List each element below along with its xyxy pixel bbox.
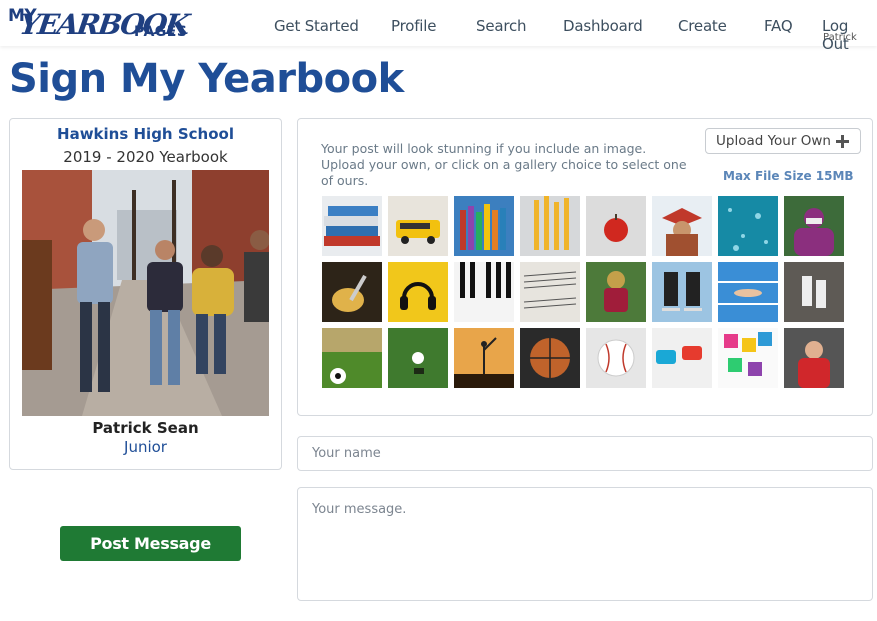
student-photo <box>22 170 269 416</box>
gallery-image-school-bus[interactable] <box>388 196 448 256</box>
gallery-image-sheet-music[interactable] <box>520 262 580 322</box>
gallery-image-piano-keys[interactable] <box>454 262 514 322</box>
upload-your-own-button[interactable]: Upload Your Own <box>705 128 861 154</box>
nav-faq[interactable]: FAQ <box>764 17 793 35</box>
student-name: Patrick Sean <box>92 419 199 437</box>
logged-in-username: Patrick <box>823 32 857 43</box>
gallery-help-text: Your post will look stunning if you incl… <box>321 141 687 188</box>
gallery-image-books[interactable] <box>322 196 382 256</box>
gallery-image-apple[interactable] <box>586 196 646 256</box>
image-gallery-panel: Your post will look stunning if you incl… <box>297 118 873 416</box>
page-title: Sign My Yearbook <box>9 56 404 102</box>
student-grade: Junior <box>124 438 167 456</box>
gallery-image-masked-person[interactable] <box>784 196 844 256</box>
gallery-image-water-drops[interactable] <box>718 196 778 256</box>
gallery-image-paint-colors[interactable] <box>718 328 778 388</box>
nav-profile[interactable]: Profile <box>391 17 436 35</box>
gallery-image-swimmer[interactable] <box>718 262 778 322</box>
nav-get-started[interactable]: Get Started <box>274 17 359 35</box>
logo-pages: PAGES <box>134 24 188 40</box>
gallery-image-game-controller[interactable] <box>652 328 712 388</box>
gallery-image-graduate[interactable] <box>652 196 712 256</box>
site-logo[interactable]: MY YEARBOOK PAGES <box>6 4 190 44</box>
gallery-image-football-player[interactable] <box>586 262 646 322</box>
nav-dashboard[interactable]: Dashboard <box>563 17 643 35</box>
plus-icon <box>836 135 849 148</box>
gallery-image-ice-skates[interactable] <box>784 262 844 322</box>
gallery-image-ballet-dancer[interactable] <box>454 328 514 388</box>
gallery-image-headphones[interactable] <box>388 262 448 322</box>
upload-button-label: Upload Your Own <box>716 133 831 149</box>
gallery-image-basketball[interactable] <box>520 328 580 388</box>
gallery-image-baseball[interactable] <box>586 328 646 388</box>
nav-search[interactable]: Search <box>476 17 527 35</box>
message-textarea[interactable] <box>297 487 873 601</box>
gallery-image-red-hoodie[interactable] <box>784 328 844 388</box>
gallery-image-crayons[interactable] <box>454 196 514 256</box>
yearbook-year: 2019 - 2020 Yearbook <box>63 148 228 166</box>
gallery-image-hockey-skates[interactable] <box>652 262 712 322</box>
max-file-size-note: Max File Size 15MB <box>723 169 854 183</box>
gallery-image-soccer-ball[interactable] <box>322 328 382 388</box>
name-input[interactable] <box>297 436 873 471</box>
gallery-image-guitar[interactable] <box>322 262 382 322</box>
gallery-image-golf-ball[interactable] <box>388 328 448 388</box>
nav-create[interactable]: Create <box>678 17 727 35</box>
gallery-image-pencils[interactable] <box>520 196 580 256</box>
post-message-button[interactable]: Post Message <box>60 526 241 561</box>
top-navigation-bar: MY YEARBOOK PAGES Get Started Profile Se… <box>0 0 877 53</box>
school-name: Hawkins High School <box>57 125 234 143</box>
student-card: Hawkins High School 2019 - 2020 Yearbook… <box>9 118 282 470</box>
